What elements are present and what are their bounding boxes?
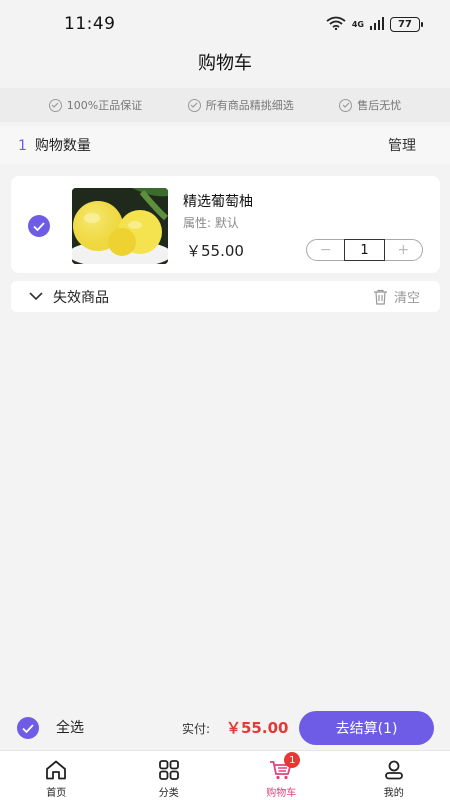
cart-item-card: 精选葡萄柚 属性: 默认 ￥55.00 − 1 + — [11, 176, 440, 273]
home-icon — [43, 759, 69, 781]
check-circle-icon — [187, 98, 201, 112]
status-time: 11:49 — [64, 14, 116, 34]
select-all-label[interactable]: 全选 — [56, 717, 84, 737]
tab-label: 购物车 — [266, 788, 297, 799]
cart-icon: 1 — [268, 752, 301, 781]
chevron-down-icon — [29, 292, 43, 301]
grid-icon — [156, 759, 182, 781]
grapefruit-image — [72, 188, 168, 264]
checkmark-icon — [22, 723, 34, 733]
total-price: ￥55.00 — [226, 719, 289, 737]
checkmark-icon — [33, 221, 45, 231]
product-name[interactable]: 精选葡萄柚 — [183, 191, 253, 211]
guarantee-label: 所有商品精挑细选 — [205, 99, 294, 112]
quantity-decrease-button[interactable]: − — [307, 240, 344, 260]
cart-count-label: 购物数量 — [34, 138, 91, 154]
cart-count-number: 1 — [18, 138, 27, 154]
guarantee-label: 售后无忧 — [357, 99, 402, 112]
guarantee-item: 100%正品保证 — [48, 97, 143, 113]
quantity-increase-button[interactable]: + — [385, 240, 422, 260]
tab-bar: 首页 分类 1 购物车 我的 — [0, 750, 450, 800]
cart-badge: 1 — [284, 752, 301, 768]
guarantee-label: 100%正品保证 — [66, 99, 143, 112]
tab-label: 我的 — [383, 788, 404, 799]
check-circle-icon — [48, 98, 62, 112]
cart-count-bar: 1 购物数量 管理 — [0, 126, 450, 164]
total-label: 实付: — [182, 722, 211, 736]
guarantee-item: 售后无忧 — [339, 97, 401, 113]
signal-icon — [370, 15, 384, 34]
guarantee-bar: 100%正品保证 所有商品精挑细选 售后无忧 — [0, 88, 450, 122]
item-select-checkbox[interactable] — [28, 215, 50, 237]
network-type: 4G — [351, 19, 364, 29]
checkout-bar: 全选 实付: ￥55.00 去结算(1) — [0, 705, 450, 750]
user-icon — [381, 759, 407, 781]
check-circle-icon — [339, 98, 353, 112]
cart-count: 1 购物数量 — [18, 135, 91, 155]
clear-label: 清空 — [393, 291, 420, 306]
page-title: 购物车 — [198, 53, 252, 74]
tab-category[interactable]: 分类 — [113, 751, 226, 800]
wifi-icon — [326, 15, 346, 34]
tab-mine[interactable]: 我的 — [338, 751, 450, 800]
tab-label: 首页 — [46, 788, 67, 799]
battery-icon: 77 — [390, 17, 423, 32]
tab-cart[interactable]: 1 购物车 — [225, 751, 338, 800]
invalid-items-toggle[interactable]: 失效商品 — [29, 287, 109, 307]
invalid-items-label: 失效商品 — [53, 289, 109, 306]
select-all-checkbox[interactable] — [17, 717, 39, 739]
manage-button[interactable]: 管理 — [388, 135, 416, 155]
status-bar: 11:49 4G 77 — [0, 0, 450, 46]
product-price: ￥55.00 — [186, 242, 244, 260]
guarantee-item: 所有商品精挑细选 — [187, 97, 294, 113]
quantity-input[interactable]: 1 — [344, 239, 385, 261]
tab-label: 分类 — [158, 788, 179, 799]
product-image[interactable] — [72, 188, 168, 264]
quantity-stepper: − 1 + — [306, 239, 423, 261]
checkout-button[interactable]: 去结算(1) — [299, 711, 434, 745]
invalid-items-bar: 失效商品 清空 — [11, 281, 440, 312]
clear-invalid-button[interactable]: 清空 — [373, 287, 420, 306]
tab-home[interactable]: 首页 — [0, 751, 113, 800]
product-attribute: 属性: 默认 — [183, 216, 239, 230]
status-icons: 4G 77 — [326, 15, 423, 34]
trash-icon — [373, 289, 387, 305]
